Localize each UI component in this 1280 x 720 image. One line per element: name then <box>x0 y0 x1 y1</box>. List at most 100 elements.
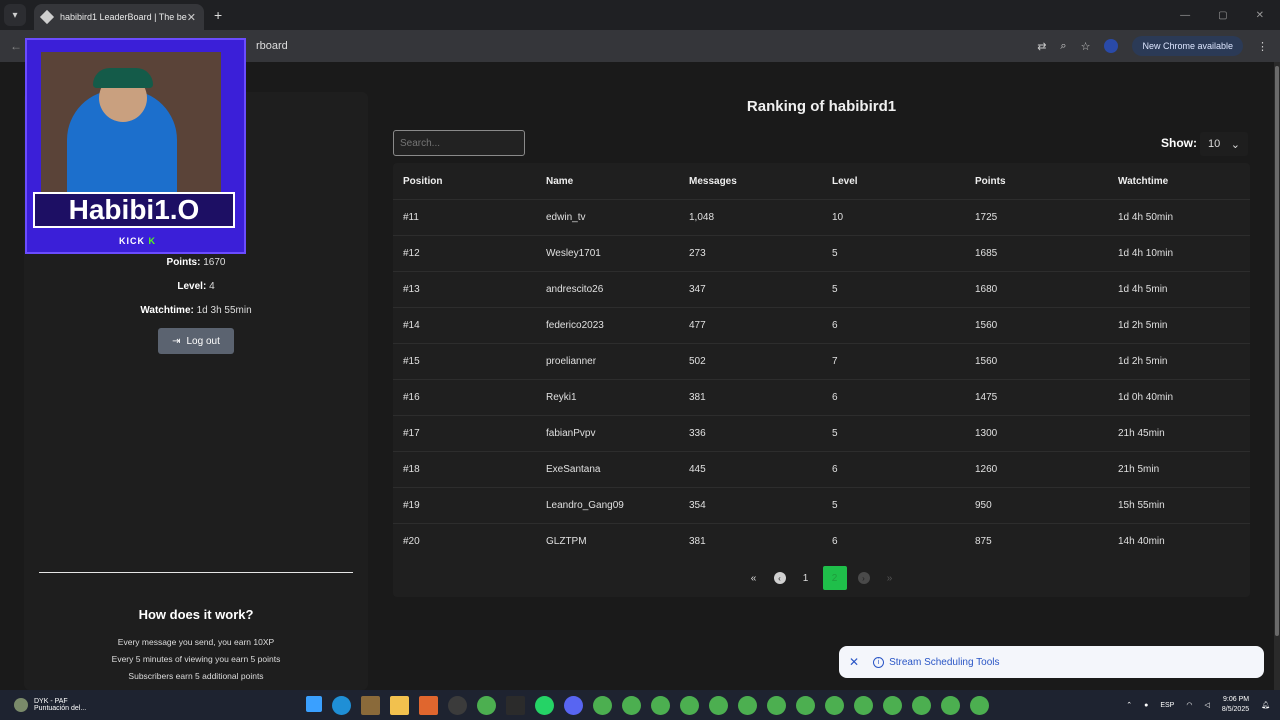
bookmark-star-icon[interactable]: ☆ <box>1081 40 1091 53</box>
header-messages[interactable]: Messages <box>679 176 822 187</box>
chrome-icon[interactable] <box>883 695 903 715</box>
last-page-icon[interactable]: » <box>881 569 899 587</box>
cell-level: 6 <box>832 464 838 475</box>
notification-bell-icon[interactable]: 🔔︎ <box>1261 701 1270 709</box>
kick-label: KICK <box>118 236 145 246</box>
wifi-icon[interactable]: ◠ <box>1186 701 1192 709</box>
language-indicator[interactable]: ESP <box>1160 702 1174 709</box>
file-explorer-icon[interactable] <box>390 695 410 715</box>
app-icon[interactable] <box>361 695 381 715</box>
pagination: « ‹ 1 2 › » <box>393 566 1250 590</box>
clock-date: 8/5/2025 <box>1221 706 1250 713</box>
scrollbar[interactable] <box>1274 62 1280 690</box>
zoom-icon[interactable]: ⌕ <box>1060 40 1066 53</box>
cell-level: 5 <box>832 500 838 511</box>
table-row: #19 Leandro_Gang09 354 5 950 15h 55min <box>393 487 1250 523</box>
whatsapp-icon[interactable] <box>535 695 555 715</box>
logout-button[interactable]: ⇥ Log out <box>158 328 234 354</box>
window-controls: — ▢ ✕ <box>1180 10 1280 21</box>
cell-messages: 1,048 <box>689 212 715 223</box>
chrome-icon[interactable] <box>593 695 613 715</box>
watchtime-label: Watchtime: <box>140 305 194 316</box>
close-window-icon[interactable]: ✕ <box>1256 10 1264 21</box>
minimize-icon[interactable]: — <box>1180 10 1190 21</box>
mic-icon[interactable]: ● <box>1144 702 1148 709</box>
rule-item: Every message you send, you earn 10XP <box>117 637 275 647</box>
cell-position: #12 <box>403 248 420 259</box>
weather-widget[interactable]: DYK - PAF Puntuación del... <box>14 698 86 712</box>
cell-messages: 347 <box>689 284 706 295</box>
table-row: #17 fabianPvpv 336 5 1300 21h 45min <box>393 415 1250 451</box>
chrome-icon[interactable] <box>767 695 787 715</box>
table-row: #13 andrescito26 347 5 1680 1d 4h 5min <box>393 271 1250 307</box>
translate-icon[interactable]: ⇄ <box>1037 40 1046 53</box>
logout-label: Log out <box>186 335 220 347</box>
chrome-icon[interactable] <box>477 695 497 715</box>
cell-position: #16 <box>403 392 420 403</box>
cell-position: #20 <box>403 536 420 547</box>
search-input[interactable] <box>393 130 525 156</box>
header-watchtime[interactable]: Watchtime <box>1108 176 1250 187</box>
cell-position: #15 <box>403 356 420 367</box>
header-name[interactable]: Name <box>536 176 679 187</box>
cell-name: edwin_tv <box>546 212 586 223</box>
chrome-icon[interactable] <box>912 695 932 715</box>
menu-dots-icon[interactable]: ⋮ <box>1257 40 1268 53</box>
first-page-icon[interactable]: « <box>745 569 763 587</box>
page-size-select[interactable]: 10 ⌄ <box>1200 132 1248 156</box>
chrome-icon[interactable] <box>796 695 816 715</box>
page-2-button[interactable]: 2 <box>822 566 847 590</box>
cell-level: 5 <box>832 248 838 259</box>
edge-icon[interactable] <box>332 695 352 715</box>
chrome-icon[interactable] <box>651 695 671 715</box>
browser-tab-bar: ▾ habibird1 LeaderBoard | The best ✕ + —… <box>0 0 1280 30</box>
cell-name: ExeSantana <box>546 464 601 475</box>
app-icon[interactable] <box>506 695 526 715</box>
tray-chevron-icon[interactable]: ⌃ <box>1126 701 1132 709</box>
volume-icon[interactable]: ◁ <box>1204 701 1209 709</box>
chrome-icon[interactable] <box>680 695 700 715</box>
clock[interactable]: 9:06 PM 8/5/2025 <box>1222 695 1249 715</box>
next-page-button[interactable]: › <box>855 569 873 587</box>
page-1-button[interactable]: 1 <box>797 569 815 587</box>
tab-title: habibird1 LeaderBoard | The best <box>60 12 187 22</box>
table-row: #14 federico2023 477 6 1560 1d 2h 5min <box>393 307 1250 343</box>
profile-avatar[interactable] <box>1104 39 1119 53</box>
cell-level: 6 <box>832 536 838 547</box>
chrome-icon[interactable] <box>738 695 758 715</box>
app-icon[interactable] <box>448 695 468 715</box>
toast-text[interactable]: Stream Scheduling Tools <box>889 657 999 668</box>
start-icon[interactable] <box>306 695 323 712</box>
chrome-icon[interactable] <box>970 695 990 715</box>
header-position[interactable]: Position <box>393 176 536 187</box>
tab-close-icon[interactable]: ✕ <box>187 11 196 24</box>
cell-messages: 354 <box>689 500 706 511</box>
cell-name: Wesley1701 <box>546 248 601 259</box>
browser-tab[interactable]: habibird1 LeaderBoard | The best ✕ <box>34 4 204 30</box>
system-tray: ⌃ ● ESP ◠ ◁ 9:06 PM 8/5/2025 🔔︎ <box>1126 695 1280 715</box>
chrome-update-pill[interactable]: New Chrome available <box>1132 36 1243 56</box>
new-tab-button[interactable]: + <box>214 7 222 23</box>
cell-watchtime: 1d 2h 5min <box>1118 320 1168 331</box>
chrome-icon[interactable] <box>941 695 961 715</box>
url-text[interactable]: rboard <box>256 40 288 52</box>
header-points[interactable]: Points <box>965 176 1108 187</box>
back-arrow-icon[interactable]: ← <box>10 39 22 53</box>
windows-taskbar: DYK - PAF Puntuación del... ⌃ ● ESP ◠ ◁ … <box>0 690 1280 720</box>
chrome-icon[interactable] <box>825 695 845 715</box>
cell-name: fabianPvpv <box>546 428 596 439</box>
cell-name: andrescito26 <box>546 284 604 295</box>
scrollbar-thumb[interactable] <box>1275 66 1279 636</box>
chrome-icon[interactable] <box>854 695 874 715</box>
tab-search-dropdown[interactable]: ▾ <box>4 4 26 26</box>
chrome-icon[interactable] <box>622 695 642 715</box>
prev-page-button[interactable]: ‹ <box>771 569 789 587</box>
discord-icon[interactable] <box>564 695 584 715</box>
maximize-icon[interactable]: ▢ <box>1218 10 1227 21</box>
how-it-works-title: How does it work? <box>138 607 254 622</box>
app-icon[interactable] <box>419 695 439 715</box>
chrome-icon[interactable] <box>709 695 729 715</box>
cell-points: 1725 <box>975 212 998 223</box>
toast-close-icon[interactable]: ✕ <box>849 655 859 669</box>
header-level[interactable]: Level <box>822 176 965 187</box>
